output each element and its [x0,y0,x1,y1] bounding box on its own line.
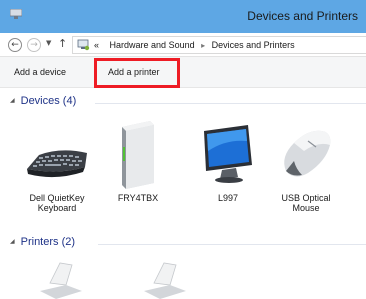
collapse-triangle-icon[interactable]: ◢ [10,239,15,245]
device-label-line2: Keyboard [37,203,77,213]
breadcrumb: « Hardware and Sound ▸ Devices and Print… [94,40,295,50]
computer-tower-icon [122,121,154,189]
breadcrumb-hardware-and-sound[interactable]: Hardware and Sound [110,40,195,50]
devices-group-header[interactable]: ◢ Devices (4) [10,95,76,107]
add-device-button[interactable]: Add a device [14,67,66,77]
device-label: FRY4TBX [117,193,159,203]
breadcrumb-devices-and-printers[interactable]: Devices and Printers [212,40,295,50]
command-bar: Add a device Add a printer [0,57,366,88]
device-label: Dell QuietKey [29,193,85,203]
printers-group-label: Printers (2) [20,236,76,248]
add-printer-button[interactable]: Add a printer [108,67,160,77]
breadcrumb-separator-icon[interactable]: ▸ [201,41,205,50]
up-arrow-icon[interactable]: ↑ [58,37,67,50]
device-label: USB Optical [281,193,331,203]
device-label-line2: Mouse [292,203,320,213]
title-bar: Devices and Printers [0,0,366,33]
window-title: Devices and Printers [247,9,358,23]
keyboard-icon [27,150,87,178]
device-item-computer[interactable]: FRY4TBX [106,117,170,227]
printer-icon[interactable] [36,255,86,299]
device-label: L997 [217,193,239,203]
monitor-icon [204,125,252,183]
mouse-icon [284,130,331,177]
address-bar[interactable]: « Hardware and Sound ▸ Devices and Print… [72,36,366,54]
navigation-bar: ← → ▼ ↑ « Hardware and Sound ▸ Devices a… [0,33,366,57]
back-button[interactable]: ← [8,38,22,52]
device-list: ◢ Devices (4) Dell QuietKey Keyboard FRY4… [0,89,366,299]
device-item-keyboard[interactable]: Dell QuietKey Keyboard [25,117,89,227]
recent-locations-dropdown-icon[interactable]: ▼ [46,39,51,47]
devices-app-icon [10,9,22,19]
device-item-monitor[interactable]: L997 [196,117,260,227]
collapse-triangle-icon[interactable]: ◢ [10,98,15,104]
printer-icon[interactable] [140,255,190,299]
breadcrumb-overflow[interactable]: « [94,40,99,50]
group-divider [98,244,366,245]
group-divider [95,103,366,104]
control-panel-icon [77,39,90,51]
printers-group-header[interactable]: ◢ Printers (2) [10,236,75,248]
devices-group-label: Devices (4) [20,95,77,107]
forward-button[interactable]: → [27,38,41,52]
device-item-mouse[interactable]: USB Optical Mouse [274,117,338,227]
